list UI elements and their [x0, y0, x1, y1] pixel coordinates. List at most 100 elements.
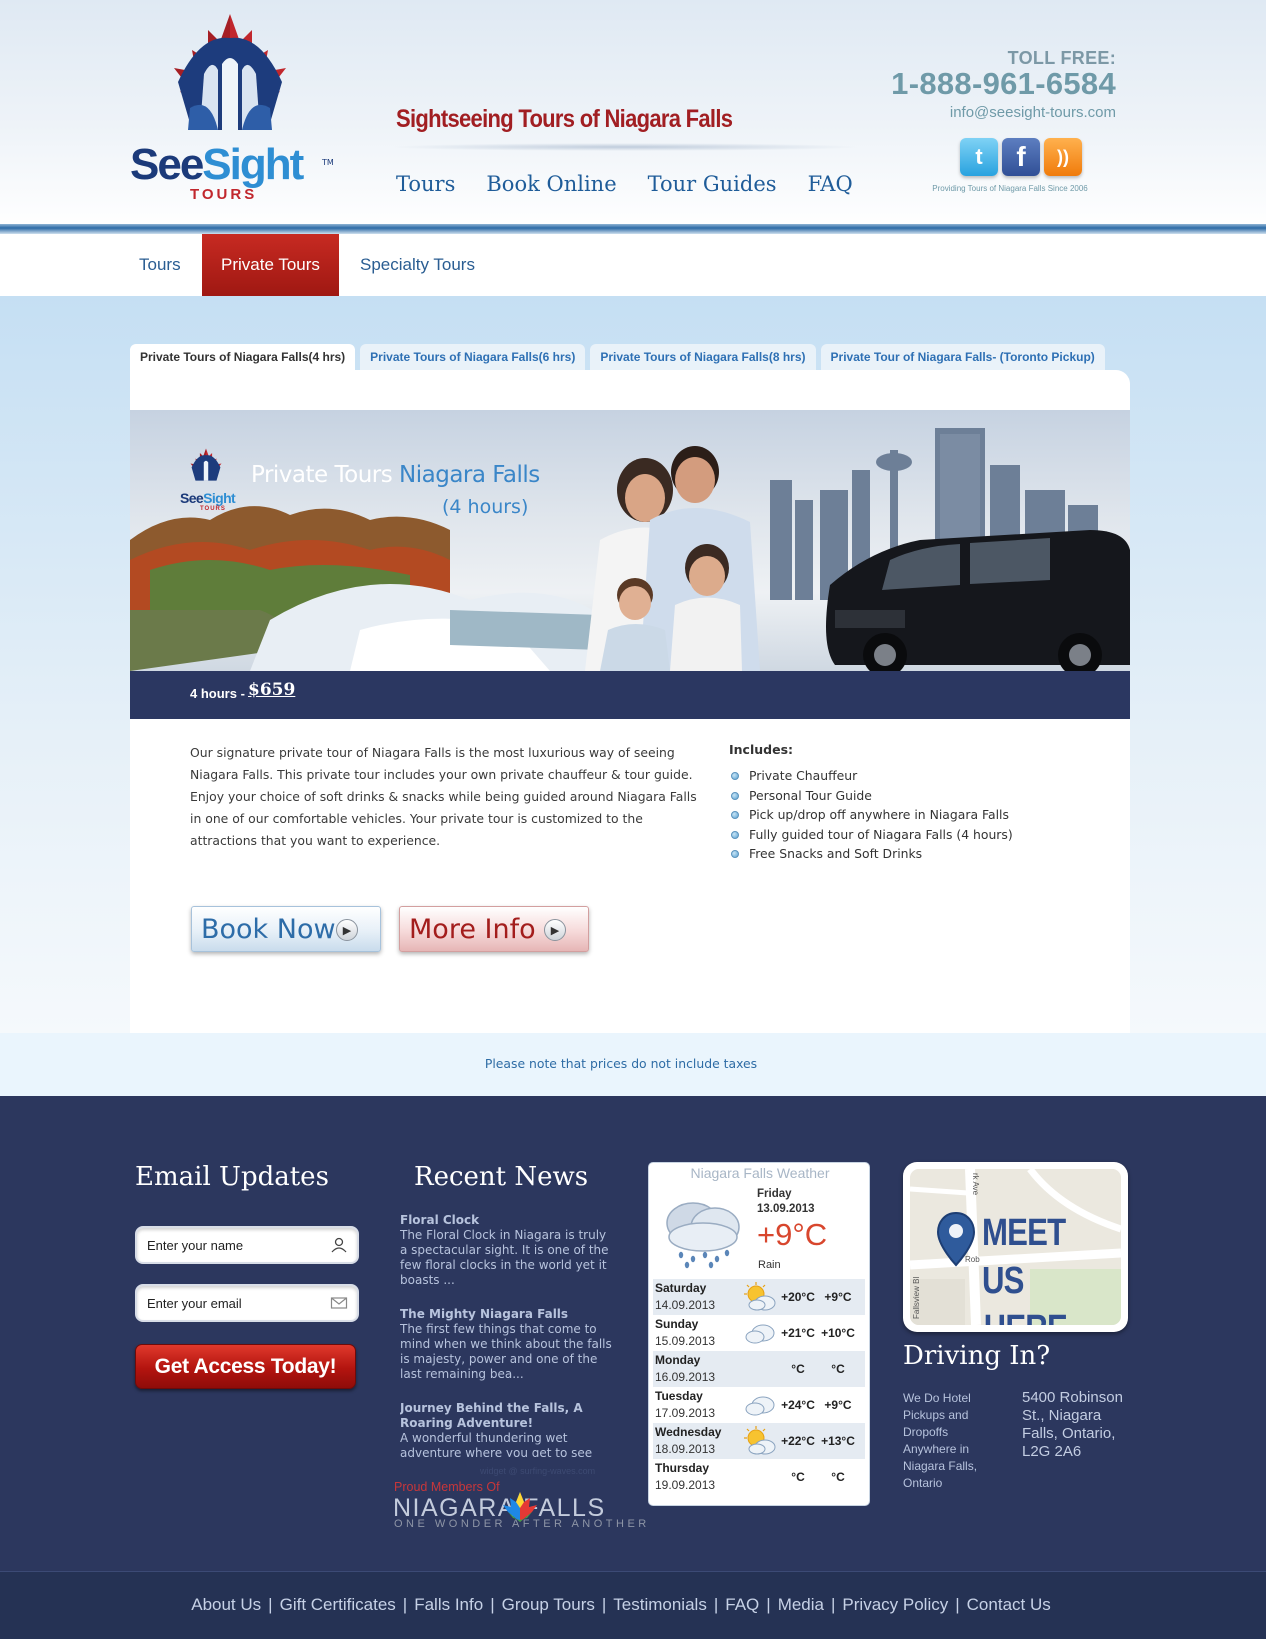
meet-us-line: HERE: [982, 1305, 1096, 1325]
forecast-low: °C: [831, 1362, 845, 1376]
tagline-shadow: [390, 143, 860, 151]
nav-tours[interactable]: Tours: [396, 172, 455, 196]
map-pin-icon: [936, 1211, 976, 1267]
logo-word-sight: Sight: [202, 140, 304, 189]
nav-tour-guides[interactable]: Tour Guides: [648, 172, 777, 196]
get-access-button[interactable]: Get Access Today!: [135, 1344, 356, 1389]
separator: |: [955, 1595, 960, 1614]
sub-nav: Tours Private Tours Specialty Tours: [0, 234, 1266, 296]
weather-today: Friday 13.09.2013: [757, 1187, 815, 1217]
news-title[interactable]: Floral Clock: [400, 1213, 612, 1228]
bullet-icon: [731, 830, 739, 839]
email-input-placeholder: Enter your email: [147, 1295, 242, 1311]
footer-link-about-us[interactable]: About Us: [191, 1595, 261, 1614]
weather-today-date: 13.09.2013: [757, 1203, 815, 1215]
sun-cloud-icon: [744, 1426, 776, 1455]
map-street-label: rk Ave: [971, 1173, 980, 1196]
rss-icon[interactable]: )): [1044, 138, 1082, 176]
facebook-icon[interactable]: f: [1002, 138, 1040, 176]
email-updates-title: Email Updates: [135, 1162, 329, 1192]
news-item[interactable]: Floral Clock The Floral Clock in Niagara…: [400, 1213, 612, 1288]
name-input[interactable]: Enter your name: [135, 1226, 359, 1264]
includes-list: Private Chauffeur Personal Tour Guide Pi…: [729, 766, 1013, 864]
footer-link-privacy-policy[interactable]: Privacy Policy: [842, 1595, 948, 1614]
tour-description: Our signature private tour of Niagara Fa…: [190, 745, 697, 848]
forecast-low: +9°C: [824, 1398, 852, 1412]
footer-link-contact-us[interactable]: Contact Us: [967, 1595, 1051, 1614]
nav-faq[interactable]: FAQ: [808, 172, 853, 196]
news-item[interactable]: The Mighty Niagara Falls The first few t…: [400, 1307, 612, 1382]
separator: |: [766, 1595, 771, 1614]
forecast-day: Saturday: [655, 1281, 707, 1295]
footer-link-gift-certificates[interactable]: Gift Certificates: [280, 1595, 396, 1614]
tab-private-toronto[interactable]: Private Tour of Niagara Falls- (Toronto …: [820, 344, 1105, 370]
footer-links: About Us | Gift Certificates | Falls Info | Gr…: [0, 1595, 1242, 1615]
email-input[interactable]: Enter your email: [135, 1284, 359, 1322]
subnav-tours[interactable]: Tours: [139, 234, 181, 296]
tab-private-6hrs[interactable]: Private Tours of Niagara Falls(6 hrs): [360, 344, 586, 370]
phone-number[interactable]: 1-888-961-6584: [891, 68, 1116, 99]
banner-logo-icon: [190, 448, 222, 481]
footer-link-falls-info[interactable]: Falls Info: [414, 1595, 483, 1614]
includes-title: Includes:: [729, 742, 794, 757]
subnav-private-tours[interactable]: Private Tours: [202, 234, 339, 296]
forecast-high: +24°C: [781, 1398, 815, 1412]
nav-book-online[interactable]: Book Online: [486, 172, 616, 196]
recent-news-title: Recent News: [414, 1162, 589, 1192]
tab-private-8hrs[interactable]: Private Tours of Niagara Falls(8 hrs): [590, 344, 816, 370]
meet-us-text: MEET US HERE: [982, 1209, 1096, 1325]
forecast-row: Monday 16.09.2013 °C °C: [653, 1351, 865, 1387]
news-title[interactable]: The Mighty Niagara Falls: [400, 1307, 612, 1322]
price-value[interactable]: $659: [248, 680, 295, 700]
list-item: Private Chauffeur: [729, 766, 1013, 786]
members-label: Proud Members Of: [394, 1480, 500, 1494]
separator: |: [831, 1595, 836, 1614]
forecast-row: Sunday 15.09.2013 +21°C +10°C: [653, 1315, 865, 1351]
banner-logo-word: SeeSight: [180, 490, 236, 506]
site-header: SeeSight TM TOURS Sightseeing Tours of N…: [0, 0, 1266, 228]
news-text: The Floral Clock in Niagara is truly a s…: [400, 1228, 609, 1287]
forecast-high: +22°C: [781, 1434, 815, 1448]
site-tagline: Sightseeing Tours of Niagara Falls: [396, 105, 733, 133]
news-item[interactable]: Journey Behind the Falls, A Roaring Adve…: [400, 1401, 612, 1457]
more-info-button[interactable]: More Info ▶: [399, 906, 589, 952]
header-divider: [0, 224, 1266, 234]
separator: |: [490, 1595, 495, 1614]
banner-title-niagara: Niagara Falls: [399, 462, 540, 488]
map-street-label: Fallsview Bl: [912, 1276, 921, 1319]
footer-link-testimonials[interactable]: Testimonials: [613, 1595, 707, 1614]
news-title[interactable]: Journey Behind the Falls, A Roaring Adve…: [400, 1401, 612, 1431]
news-text: The first few things that come to mind w…: [400, 1322, 612, 1381]
forecast-row: Tuesday 17.09.2013 +24°C +9°C: [653, 1387, 865, 1423]
banner-title: Private Tours Niagara Falls: [251, 462, 540, 488]
site-logo[interactable]: SeeSight TM TOURS: [130, 12, 340, 207]
weather-forecast: Saturday 14.09.2013 +20°C +9°C Sunday 15…: [653, 1279, 865, 1495]
forecast-day: Tuesday: [655, 1389, 703, 1403]
widget-credit[interactable]: widget @ surfing-waves.com: [480, 1466, 595, 1476]
main-nav: Tours Book Online Tour Guides FAQ: [396, 172, 853, 196]
cloud-icon: [745, 1396, 775, 1416]
tab-private-4hrs[interactable]: Private Tours of Niagara Falls(4 hrs): [130, 344, 356, 372]
subnav-specialty-tours[interactable]: Specialty Tours: [360, 234, 475, 296]
footer-link-faq[interactable]: FAQ: [725, 1595, 759, 1614]
book-now-button[interactable]: Book Now ▶: [191, 906, 381, 952]
twitter-icon[interactable]: t: [960, 138, 998, 176]
tour-banner: SeeSight TOURS Private Tours Niagara Fal…: [130, 410, 1130, 671]
bullet-icon: [731, 791, 739, 800]
forecast-high: +21°C: [781, 1326, 815, 1340]
weather-widget: Niagara Falls Weather Friday 13.09.2013 …: [648, 1162, 870, 1506]
bullet-icon: [731, 850, 739, 858]
maple-falls-logo-icon: [174, 14, 286, 130]
meet-us-map[interactable]: rk Ave Fallsview Bl Rob MEET US HERE: [903, 1162, 1128, 1332]
footer-link-media[interactable]: Media: [778, 1595, 824, 1614]
separator: |: [402, 1595, 408, 1614]
list-item: Personal Tour Guide: [729, 786, 1013, 806]
forecast-row: Wednesday 18.09.2013 +22°C +13°C: [653, 1423, 865, 1459]
footer-link-group-tours[interactable]: Group Tours: [502, 1595, 595, 1614]
separator: |: [713, 1595, 719, 1614]
forecast-date: 17.09.2013: [655, 1406, 716, 1420]
forecast-high: °C: [791, 1470, 805, 1484]
banner-title-private: Private Tours: [251, 462, 393, 488]
email-address[interactable]: info@seesight-tours.com: [891, 104, 1116, 121]
news-text: A wonderful thundering wet adventure whe…: [400, 1431, 593, 1457]
